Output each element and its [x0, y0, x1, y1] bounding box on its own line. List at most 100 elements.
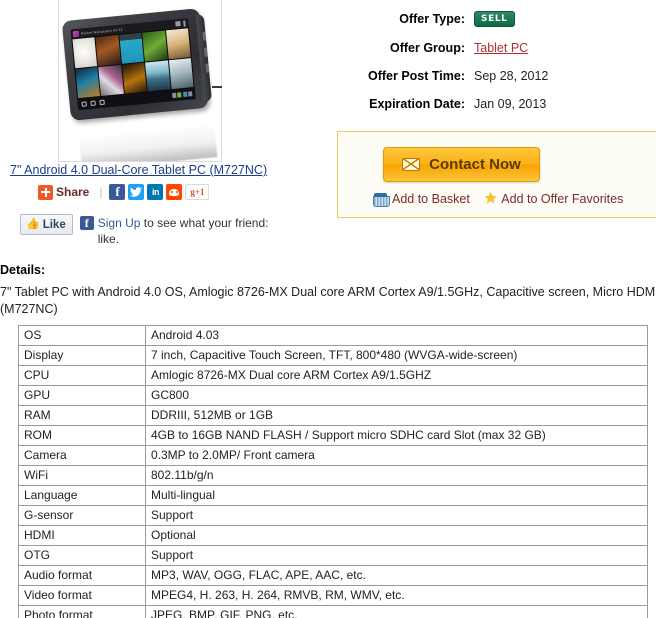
- spec-key-cell: Language: [18, 485, 146, 506]
- spec-value-cell: DDRIII, 512MB or 1GB: [145, 405, 648, 426]
- thumbnail-cell: [165, 28, 191, 60]
- facebook-signup-prompt: f Sign Up to see what your friend: like.: [79, 214, 269, 247]
- google-plus-share-icon[interactable]: g+1: [185, 184, 210, 200]
- offer-post-time-row: Offer Post Time: Sep 28, 2012: [352, 69, 652, 83]
- spec-key-cell: OTG: [18, 545, 146, 566]
- offer-group-link[interactable]: Tablet PC: [474, 41, 528, 55]
- reddit-share-icon[interactable]: [166, 184, 183, 200]
- table-row: OTG Support: [18, 545, 648, 566]
- table-row: HDMI Optional: [18, 525, 648, 546]
- spec-value-cell: MPEG4, H. 263, H. 264, RMVB, RM, WMV, et…: [145, 585, 648, 606]
- offer-group-value: Tablet PC: [474, 41, 528, 55]
- details-paragraph-line2: (M727NC): [0, 302, 58, 316]
- sell-badge: SELL: [474, 11, 515, 27]
- thumbnail-cell: [72, 37, 98, 69]
- expiration-date-value: Jan 09, 2013: [474, 97, 547, 111]
- add-to-basket-label: Add to Basket: [392, 191, 470, 206]
- offer-post-time-label: Offer Post Time:: [367, 69, 465, 83]
- facebook-signup-rest: to see what your friend:: [140, 216, 269, 230]
- panel-action-links: Add to Basket ★ Add to Offer Favorites: [373, 191, 624, 207]
- table-row: WiFi 802.11b/g/n: [18, 465, 648, 486]
- contact-now-button[interactable]: Contact Now: [383, 147, 540, 182]
- offer-post-time-value: Sep 28, 2012: [474, 69, 549, 83]
- specification-table: OS Android 4.03 Display 7 inch, Capacitive …: [18, 325, 648, 618]
- add-to-favorites-link[interactable]: ★ Add to Offer Favorites: [484, 191, 624, 206]
- spec-key-cell: GPU: [18, 385, 146, 406]
- spec-value-cell: 4GB to 16GB NAND FLASH / Support micro S…: [145, 425, 648, 446]
- screen-action-icon: [175, 21, 181, 27]
- table-row: G-sensor Support: [18, 505, 648, 526]
- add-to-basket-link[interactable]: Add to Basket: [373, 191, 470, 207]
- envelope-icon: [402, 158, 421, 171]
- thumbnail-cell: [95, 35, 121, 67]
- spec-key-cell: Display: [18, 345, 146, 366]
- tablet-illustration: Market Wallpapers 09:32: [61, 7, 221, 161]
- spec-key-cell: OS: [18, 325, 146, 346]
- reddit-head: [169, 188, 180, 196]
- table-row: Video format MPEG4, H. 263, H. 264, RMVB,…: [18, 585, 648, 606]
- table-row: OS Android 4.03: [18, 325, 648, 346]
- addthis-plus-icon[interactable]: [38, 184, 53, 200]
- product-image-frame[interactable]: Market Wallpapers 09:32: [58, 0, 222, 162]
- spec-value-cell: GC800: [145, 385, 648, 406]
- product-title-link[interactable]: 7" Android 4.0 Dual-Core Tablet PC (M727…: [10, 163, 267, 177]
- table-row: Audio format MP3, WAV, OGG, FLAC, APE, AA…: [18, 565, 648, 586]
- thumbnail-cell: [98, 64, 124, 96]
- linkedin-share-icon[interactable]: in: [147, 184, 164, 200]
- table-row: Camera 0.3MP to 2.0MP/ Front camera: [18, 445, 648, 466]
- spec-key-cell: HDMI: [18, 525, 146, 546]
- star-icon: ★: [483, 190, 498, 207]
- details-paragraph: 7" Tablet PC with Android 4.0 OS, Amlogi…: [0, 284, 656, 318]
- thumbnail-cell: [145, 60, 171, 92]
- spec-key-cell: Camera: [18, 445, 146, 466]
- thumbnail-cell: [121, 62, 147, 94]
- thumbs-up-icon: 👍: [26, 218, 40, 230]
- spec-key-cell: RAM: [18, 405, 146, 426]
- spec-key-cell: Photo format: [18, 605, 146, 618]
- offer-type-row: Offer Type: SELL: [352, 10, 652, 27]
- facebook-signup-link[interactable]: Sign Up: [98, 216, 141, 230]
- back-icon: [81, 101, 87, 107]
- specification-table-body: OS Android 4.03 Display 7 inch, Capacitive …: [18, 325, 648, 618]
- facebook-like-button[interactable]: 👍 Like: [20, 214, 73, 235]
- tablet-button-bottom: [205, 63, 210, 73]
- spec-key-cell: Video format: [18, 585, 146, 606]
- tablet-button-mid: [203, 47, 208, 57]
- tray-icon-signal: [187, 91, 193, 97]
- tray-icon: [171, 92, 177, 99]
- spec-key-cell: WiFi: [18, 465, 146, 486]
- offer-info-list: Offer Type: SELL Offer Group: Tablet PC …: [352, 10, 652, 125]
- spec-value-cell: Support: [145, 545, 648, 566]
- facebook-signup-text: Sign Up to see what your friend: like.: [98, 215, 269, 247]
- tablet-button-top: [202, 31, 207, 41]
- spec-value-cell: JPEG, BMP, GIF, PNG, etc.: [145, 605, 648, 618]
- share-divider: |: [99, 185, 103, 199]
- table-row: CPU Amlogic 8726-MX Dual core ARM Cortex …: [18, 365, 648, 386]
- details-heading: Details:: [0, 263, 46, 277]
- system-tray: [171, 91, 193, 99]
- facebook-share-icon[interactable]: f: [109, 184, 126, 200]
- spec-value-cell: 802.11b/g/n: [145, 465, 648, 486]
- top-section: Market Wallpapers 09:32 7" Android 4.0 D…: [0, 0, 656, 255]
- offer-type-value: SELL: [474, 10, 515, 27]
- offer-type-label: Offer Type:: [399, 11, 465, 26]
- contact-panel: Contact Now Add to Basket ★ Add to Offer…: [337, 131, 656, 218]
- offer-group-label: Offer Group:: [390, 41, 465, 55]
- like-button-label: Like: [42, 218, 66, 231]
- home-icon: [90, 100, 96, 106]
- twitter-share-icon[interactable]: [128, 184, 145, 200]
- spec-key-cell: CPU: [18, 365, 146, 386]
- gallery-app-icon: [72, 30, 80, 37]
- spec-value-cell: 7 inch, Capacitive Touch Screen, TFT, 80…: [145, 345, 648, 366]
- tray-icon-battery: [177, 92, 182, 98]
- table-row: Language Multi-lingual: [18, 485, 648, 506]
- offer-detail-page: Market Wallpapers 09:32 7" Android 4.0 D…: [0, 0, 656, 618]
- spec-key-cell: G-sensor: [18, 505, 146, 526]
- share-label[interactable]: Share: [56, 185, 89, 199]
- expiration-date-row: Expiration Date: Jan 09, 2013: [352, 97, 652, 111]
- facebook-signup-line2: like.: [97, 232, 120, 246]
- facebook-icon: f: [79, 216, 94, 230]
- table-row: RAM DDRIII, 512MB or 1GB: [18, 405, 648, 426]
- details-paragraph-line1: 7" Tablet PC with Android 4.0 OS, Amlogi…: [0, 285, 656, 299]
